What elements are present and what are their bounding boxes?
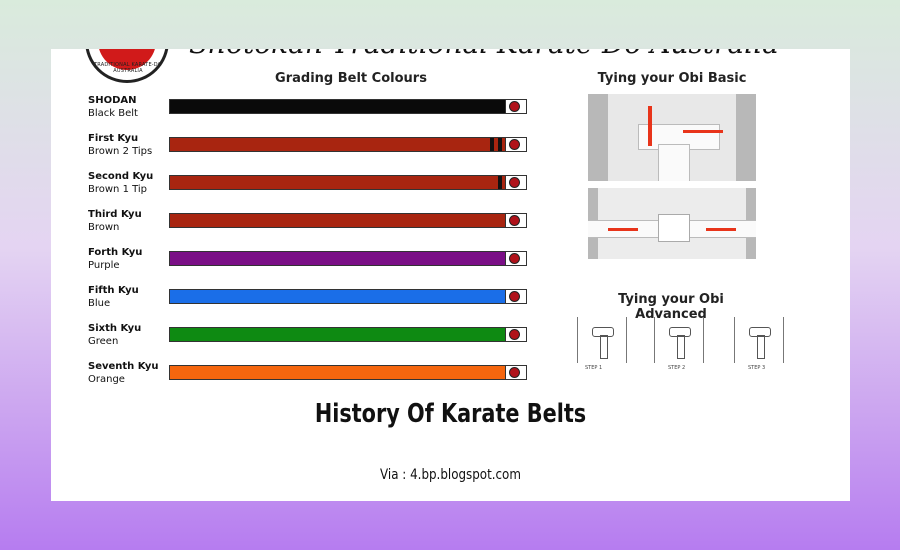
karate-logo: TRADITIONAL KARATE-DO AUSTRALIA [85,49,169,83]
organization-title: Shotokan Traditional Karate-Do Australia [189,49,829,60]
belt-emblem-icon [509,101,520,112]
belt-color-name: Black Belt [88,108,138,119]
belt-color-name: Brown [88,222,120,233]
belt-color-name: Brown 2 Tips [88,146,153,157]
obi-basic-photo-1 [588,94,756,181]
belt-bar [169,137,527,152]
belt-bar [169,365,527,380]
step-label: STEP 2 [668,365,686,371]
belt-emblem-icon [509,367,520,378]
logo-text: TRADITIONAL KARATE-DO AUSTRALIA [94,62,162,74]
belt-bar [169,327,527,342]
grading-title: Grading Belt Colours [275,71,427,86]
belt-tip-stripe [498,138,502,151]
belt-color-name: Blue [88,298,111,309]
obi-step3-sketch [734,317,784,363]
belt-color-name: Orange [88,374,125,385]
content-card: TRADITIONAL KARATE-DO AUSTRALIA Shotokan… [51,49,850,501]
belt-end-patch [505,366,526,379]
obi-basic-title: Tying your Obi Basic [597,71,747,86]
belt-color-name: Brown 1 Tip [88,184,148,195]
obi-step1-sketch [577,317,627,363]
belt-end-patch [505,328,526,341]
belt-bar [169,213,527,228]
belt-poster-image[interactable]: TRADITIONAL KARATE-DO AUSTRALIA Shotokan… [51,49,850,389]
belt-end-patch [505,214,526,227]
belt-end-patch [505,100,526,113]
belt-bar [169,251,527,266]
belt-color-name: Green [88,336,119,347]
belt-end-patch [505,290,526,303]
belt-tip-stripe [498,176,502,189]
belt-bar [169,289,527,304]
belt-emblem-icon [509,215,520,226]
belt-emblem-icon [509,291,520,302]
belt-emblem-icon [509,139,520,150]
belt-end-patch [505,138,526,151]
belt-color-name: Purple [88,260,120,271]
belt-end-patch [505,176,526,189]
article-headline: History Of Karate Belts [314,399,587,429]
obi-step2-sketch [654,317,704,363]
obi-basic-photo-2 [588,188,756,259]
belt-emblem-icon [509,329,520,340]
step-label: STEP 1 [585,365,603,371]
step-label: STEP 3 [748,365,766,371]
belt-bar [169,175,527,190]
belt-emblem-icon [509,253,520,264]
belt-bar [169,99,527,114]
image-source-credit[interactable]: Via : 4.bp.blogspot.com [111,467,790,483]
belt-tip-stripe [490,138,494,151]
belt-emblem-icon [509,177,520,188]
belt-end-patch [505,252,526,265]
